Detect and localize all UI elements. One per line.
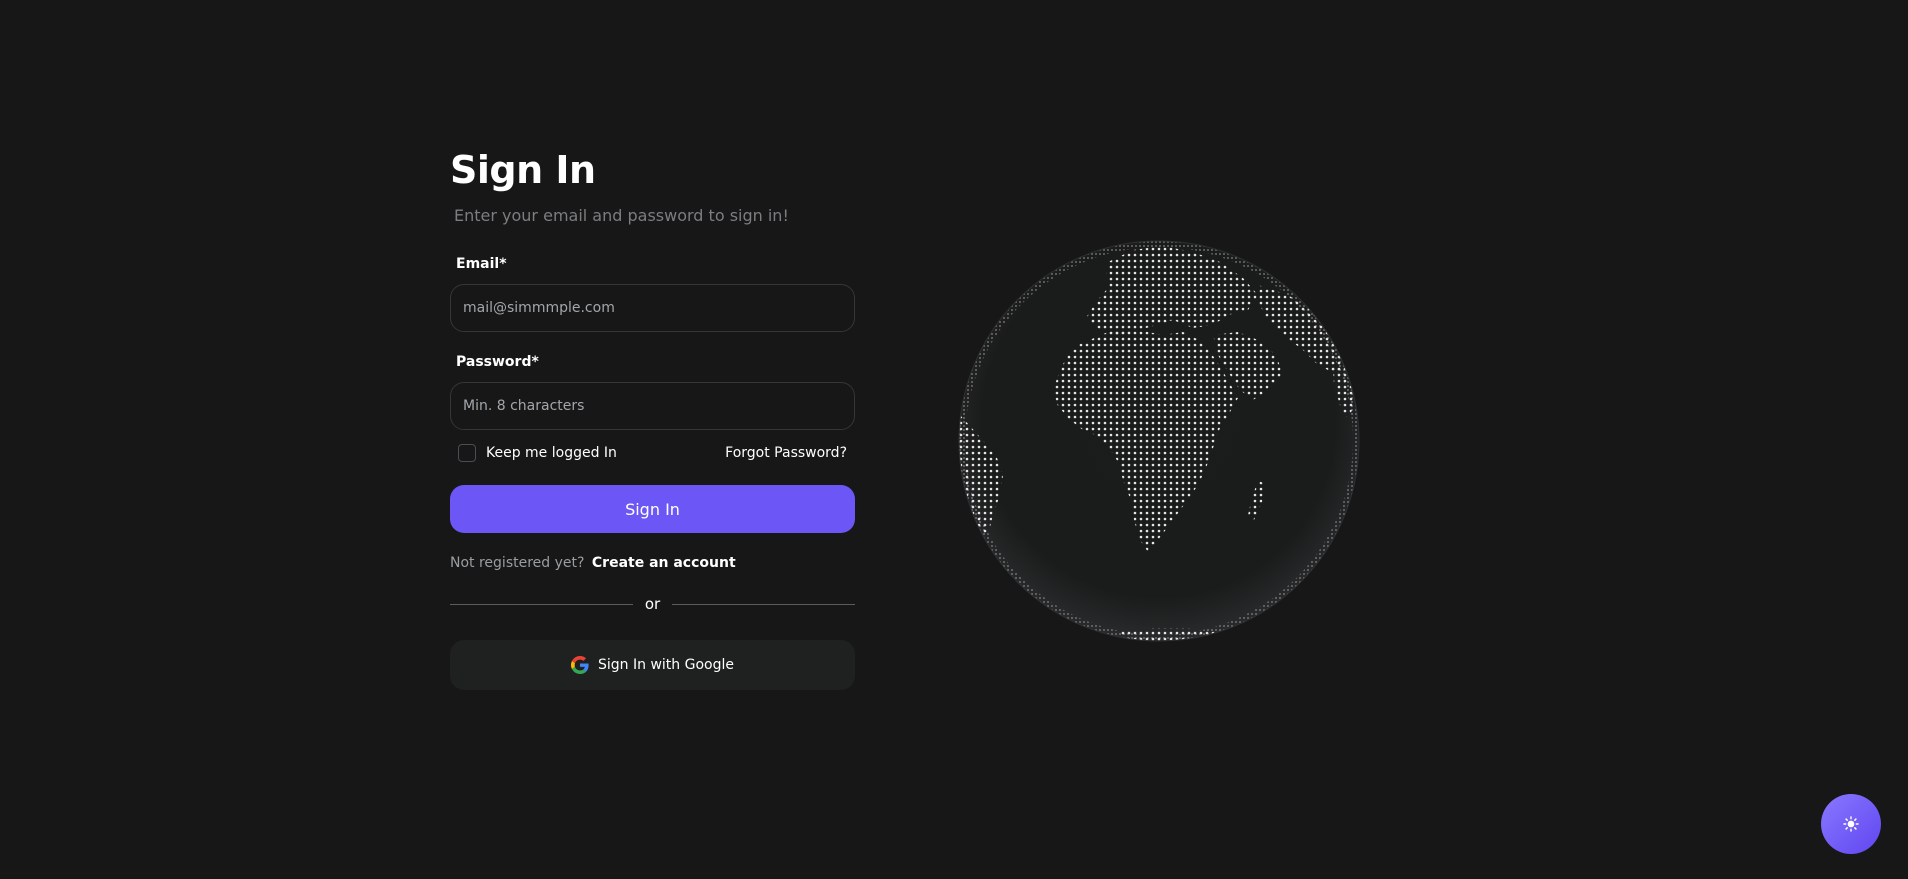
page-subtitle: Enter your email and password to sign in… — [454, 206, 789, 225]
google-button-label: Sign In with Google — [598, 657, 734, 673]
email-input[interactable] — [450, 284, 855, 332]
password-input[interactable] — [450, 382, 855, 430]
sign-in-button[interactable]: Sign In — [450, 485, 855, 533]
divider-line-right — [672, 603, 856, 605]
forgot-password-link[interactable]: Forgot Password? — [725, 445, 847, 461]
or-divider: or — [450, 595, 856, 613]
remember-checkbox[interactable] — [458, 444, 476, 462]
page-title: Sign In — [450, 148, 596, 192]
google-icon — [571, 656, 589, 674]
sign-in-page: Sign In Enter your email and password to… — [0, 0, 1908, 879]
divider-line-left — [450, 603, 633, 605]
register-prompt: Not registered yet? Create an account — [450, 553, 855, 573]
options-row: Keep me logged In Forgot Password? — [450, 442, 855, 464]
password-label: Password* — [456, 354, 539, 370]
remember-me[interactable]: Keep me logged In — [458, 444, 617, 462]
email-label: Email* — [456, 256, 507, 272]
sun-icon — [1843, 816, 1859, 832]
google-sign-in-button[interactable]: Sign In with Google — [450, 640, 855, 690]
divider-text: or — [644, 595, 661, 613]
create-account-link[interactable]: Create an account — [592, 555, 736, 571]
register-prompt-text: Not registered yet? — [450, 555, 585, 571]
theme-toggle-button[interactable] — [1821, 794, 1881, 854]
globe-illustration — [958, 240, 1360, 642]
sign-in-form: Sign In Enter your email and password to… — [450, 140, 856, 690]
remember-label: Keep me logged In — [486, 445, 617, 461]
